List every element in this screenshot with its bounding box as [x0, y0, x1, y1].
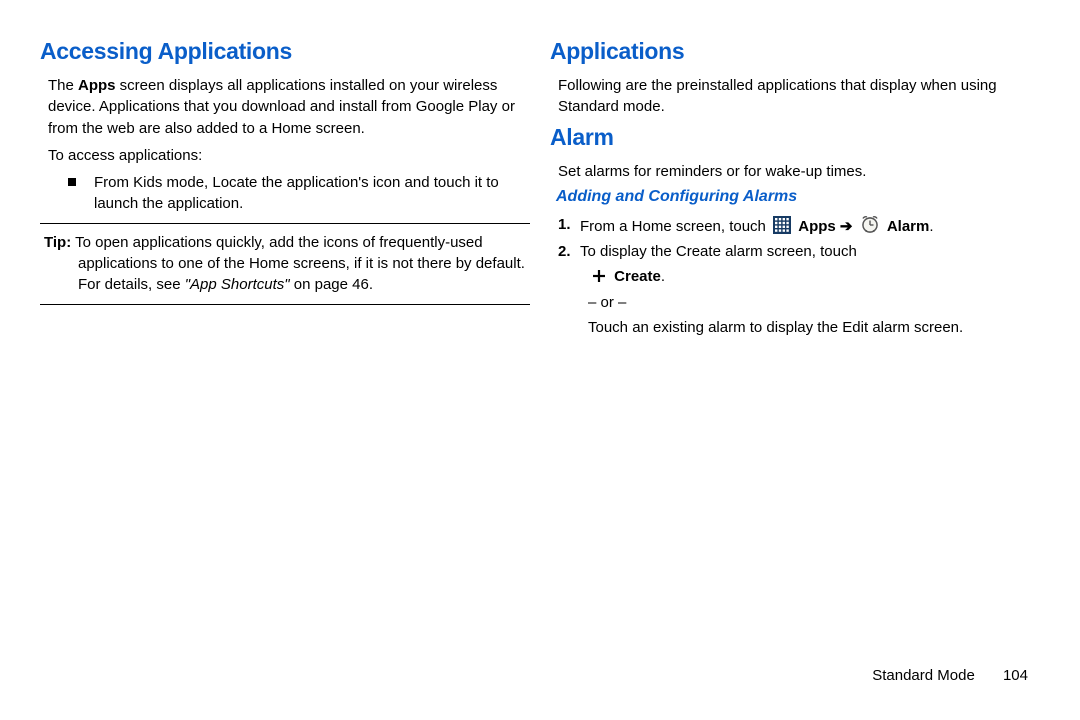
- step-body: From a Home screen, touch Ap: [580, 214, 1040, 237]
- heading-applications: Applications: [550, 38, 1040, 65]
- page-footer: Standard Mode 104: [872, 667, 1028, 684]
- step-number: 2.: [558, 241, 580, 262]
- square-bullet-icon: [68, 178, 76, 186]
- intro-paragraph: The Apps screen displays all application…: [48, 75, 530, 139]
- right-column: Applications Following are the preinstal…: [550, 38, 1040, 692]
- plus-icon: [591, 268, 607, 284]
- bold-create-label: Create: [614, 268, 661, 285]
- heading-alarm: Alarm: [550, 124, 1040, 151]
- to-access-line: To access applications:: [48, 145, 530, 166]
- heading-accessing-applications: Accessing Applications: [40, 38, 530, 65]
- divider: [40, 304, 530, 305]
- edit-alarm-line: Touch an existing alarm to display the E…: [588, 317, 1040, 338]
- text: The: [48, 77, 78, 94]
- step-1: 1. From a Home screen, touch: [558, 214, 1040, 237]
- text: .: [661, 268, 665, 285]
- bold-alarm-label: Alarm: [887, 218, 930, 235]
- tip-block: Tip: To open applications quickly, add t…: [44, 232, 526, 296]
- bullet-item: From Kids mode, Locate the application's…: [68, 172, 530, 215]
- bullet-text: From Kids mode, Locate the application's…: [94, 172, 530, 215]
- left-column: Accessing Applications The Apps screen d…: [40, 38, 530, 692]
- applications-intro: Following are the preinstalled applicati…: [558, 75, 1040, 118]
- bold-apps-label: Apps: [798, 218, 836, 235]
- bold-apps: Apps: [78, 77, 116, 94]
- text: screen displays all applications install…: [48, 77, 515, 137]
- subheading-adding-alarms: Adding and Configuring Alarms: [556, 188, 1040, 206]
- text: .: [929, 218, 933, 235]
- apps-grid-icon: [773, 216, 791, 234]
- footer-page-number: 104: [1003, 667, 1028, 684]
- divider: [40, 223, 530, 224]
- arrow: ➔: [836, 218, 857, 235]
- step-2: 2. To display the Create alarm screen, t…: [558, 241, 1040, 262]
- tip-text-c: on page 46.: [290, 276, 373, 293]
- ordered-steps: 1. From a Home screen, touch: [558, 214, 1040, 338]
- tip-ref: "App Shortcuts": [185, 276, 290, 293]
- text: From a Home screen, touch: [580, 218, 770, 235]
- tip-label: Tip:: [44, 234, 71, 251]
- create-line: Create.: [588, 266, 1040, 287]
- or-separator: – or –: [588, 292, 1040, 313]
- text: To display the Create alarm screen, touc…: [580, 243, 857, 260]
- step-number: 1.: [558, 214, 580, 237]
- footer-mode: Standard Mode: [872, 667, 975, 684]
- manual-page: Accessing Applications The Apps screen d…: [0, 0, 1080, 720]
- alarm-clock-icon: [860, 214, 880, 234]
- alarm-intro: Set alarms for reminders or for wake-up …: [558, 161, 1040, 182]
- step-body: To display the Create alarm screen, touc…: [580, 241, 1040, 262]
